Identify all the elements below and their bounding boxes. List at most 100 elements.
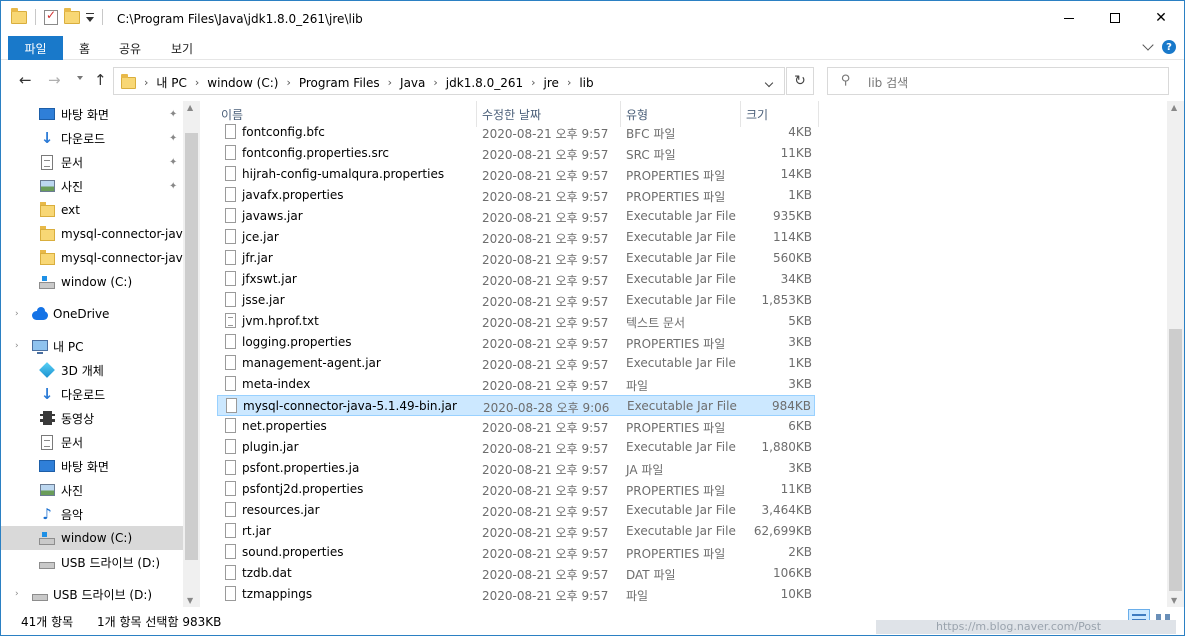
- table-row[interactable]: fontconfig.bfc 2020-08-21 오후 9:57 BFC 파일 4K…: [217, 122, 815, 143]
- nav-item[interactable]: window (C:): [1, 270, 183, 294]
- back-arrow-icon[interactable]: ←: [19, 71, 32, 89]
- nav-item[interactable]: mysql-connector-java-: [1, 246, 183, 270]
- nav-item[interactable]: 사진: [1, 478, 183, 502]
- breadcrumb-separator[interactable]: ›: [286, 76, 290, 89]
- breadcrumb-separator[interactable]: ›: [144, 76, 148, 89]
- scroll-down-icon[interactable]: ▼: [1171, 596, 1177, 605]
- file-size: 1KB: [788, 188, 812, 202]
- scroll-up-icon[interactable]: ▲: [187, 103, 193, 112]
- table-row[interactable]: plugin.jar 2020-08-21 오후 9:57 Executable J…: [217, 437, 815, 458]
- expand-chevron-icon[interactable]: ›: [15, 309, 19, 319]
- breadcrumb-item[interactable]: 내 PC: [156, 74, 186, 91]
- maximize-button[interactable]: [1092, 1, 1138, 35]
- watermark-overlay: https://m.blog.naver.com/Post: [876, 620, 1176, 634]
- new-folder-icon[interactable]: [64, 7, 80, 24]
- table-row[interactable]: meta-index 2020-08-21 오후 9:57 파일 3KB: [217, 374, 815, 395]
- nav-item[interactable]: 문서 ✦: [1, 150, 183, 174]
- breadcrumb-item[interactable]: window (C:): [207, 76, 278, 90]
- table-row[interactable]: psfontj2d.properties 2020-08-21 오후 9:57 PR…: [217, 479, 815, 500]
- table-row[interactable]: javaws.jar 2020-08-21 오후 9:57 Executable J…: [217, 206, 815, 227]
- minimize-button[interactable]: [1046, 1, 1092, 35]
- file-size: 114KB: [772, 230, 812, 244]
- address-bar[interactable]: › 내 PC › window (C:) › Program Files › J…: [113, 67, 785, 95]
- table-row[interactable]: jfxswt.jar 2020-08-21 오후 9:57 Executable J…: [217, 269, 815, 290]
- file-size: 1KB: [788, 356, 812, 370]
- nav-item[interactable]: ↓ 다운로드 ✦: [1, 126, 183, 150]
- recent-locations-icon[interactable]: [77, 76, 83, 80]
- table-row[interactable]: mysql-connector-java-5.1.49-bin.jar 2020-…: [217, 395, 815, 416]
- nav-item-label: 문서: [61, 435, 84, 450]
- breadcrumb-separator[interactable]: ›: [195, 76, 199, 89]
- expand-chevron-icon[interactable]: ›: [15, 341, 19, 351]
- expand-chevron-icon[interactable]: ›: [15, 589, 19, 599]
- table-row[interactable]: javafx.properties 2020-08-21 오후 9:57 PROPE…: [217, 185, 815, 206]
- table-row[interactable]: jce.jar 2020-08-21 오후 9:57 Executable Jar …: [217, 227, 815, 248]
- column-divider[interactable]: [818, 101, 819, 127]
- nav-item[interactable]: 문서: [1, 430, 183, 454]
- tab-home[interactable]: 홈: [79, 40, 90, 57]
- breadcrumb-item[interactable]: jdk1.8.0_261: [446, 76, 523, 90]
- breadcrumb-separator[interactable]: ›: [433, 76, 437, 89]
- table-row[interactable]: tzdb.dat 2020-08-21 오후 9:57 DAT 파일 106KB: [217, 563, 815, 584]
- column-size-label: 크기: [746, 107, 769, 122]
- table-row[interactable]: jsse.jar 2020-08-21 오후 9:57 Executable Jar…: [217, 290, 815, 311]
- table-row[interactable]: jfr.jar 2020-08-21 오후 9:57 Executable Jar …: [217, 248, 815, 269]
- table-row[interactable]: fontconfig.properties.src 2020-08-21 오후 9…: [217, 143, 815, 164]
- table-row[interactable]: jvm.hprof.txt 2020-08-21 오후 9:57 텍스트 문서 5KB: [217, 311, 815, 332]
- nav-item[interactable]: ext: [1, 198, 183, 222]
- nav-item[interactable]: mysql-connector-java-: [1, 222, 183, 246]
- table-row[interactable]: rt.jar 2020-08-21 오후 9:57 Executable Jar F…: [217, 521, 815, 542]
- tab-share[interactable]: 공유: [119, 40, 141, 57]
- table-row[interactable]: psfont.properties.ja 2020-08-21 오후 9:57 JA…: [217, 458, 815, 479]
- close-button[interactable]: ✕: [1138, 1, 1184, 35]
- tab-file[interactable]: 파일: [8, 36, 63, 60]
- tab-view[interactable]: 보기: [171, 40, 193, 57]
- navigation-scrollbar[interactable]: ▲ ▼: [183, 101, 200, 607]
- nav-item[interactable]: USB 드라이브 (D:): [1, 550, 183, 574]
- nav-item[interactable]: 바탕 화면: [1, 454, 183, 478]
- nav-item[interactable]: window (C:): [1, 526, 183, 550]
- file-size: 6KB: [788, 419, 812, 433]
- breadcrumb-separator[interactable]: ›: [388, 76, 392, 89]
- breadcrumb-item[interactable]: Program Files: [299, 76, 380, 90]
- expand-ribbon-icon[interactable]: [1142, 39, 1154, 51]
- file-list-scrollbar[interactable]: ▲ ▼: [1167, 101, 1184, 607]
- customize-toolbar-icon[interactable]: [86, 12, 94, 22]
- table-row[interactable]: tzmappings 2020-08-21 오후 9:57 파일 10KB: [217, 584, 815, 605]
- help-icon[interactable]: ?: [1162, 40, 1176, 54]
- nav-item[interactable]: ↓ 다운로드: [1, 382, 183, 406]
- table-row[interactable]: resources.jar 2020-08-21 오후 9:57 Executabl…: [217, 500, 815, 521]
- scrollbar-thumb[interactable]: [185, 133, 198, 560]
- breadcrumb-separator[interactable]: ›: [531, 76, 535, 89]
- breadcrumb-item[interactable]: Java: [400, 76, 425, 90]
- table-row[interactable]: hijrah-config-umalqura.properties 2020-08…: [217, 164, 815, 185]
- refresh-button[interactable]: ↻: [786, 67, 814, 95]
- up-arrow-icon[interactable]: ↑: [94, 71, 107, 89]
- address-dropdown-icon[interactable]: [764, 78, 774, 88]
- search-icon: ⚲: [841, 73, 851, 88]
- breadcrumb: › 내 PC › window (C:) › Program Files › J…: [144, 74, 594, 91]
- forward-arrow-icon[interactable]: →: [48, 71, 61, 89]
- properties-icon[interactable]: [44, 8, 58, 25]
- breadcrumb-separator[interactable]: ›: [567, 76, 571, 89]
- nav-item[interactable]: › OneDrive: [1, 302, 183, 326]
- search-input[interactable]: ⚲ lib 검색: [827, 67, 1169, 95]
- nav-item[interactable]: 사진 ✦: [1, 174, 183, 198]
- table-row[interactable]: sound.properties 2020-08-21 오후 9:57 PROPER…: [217, 542, 815, 563]
- navigation-bar: ← → ↑ › 내 PC › window (C:) › Program Fil…: [1, 61, 1184, 101]
- nav-item[interactable]: › 내 PC: [1, 334, 183, 358]
- scrollbar-thumb[interactable]: [1169, 329, 1182, 591]
- nav-item[interactable]: ♪ 음악: [1, 502, 183, 526]
- breadcrumb-item[interactable]: jre: [544, 76, 559, 90]
- scroll-down-icon[interactable]: ▼: [187, 596, 193, 605]
- breadcrumb-item[interactable]: lib: [579, 76, 593, 90]
- nav-item[interactable]: › USB 드라이브 (D:): [1, 582, 183, 606]
- table-row[interactable]: logging.properties 2020-08-21 오후 9:57 PROP…: [217, 332, 815, 353]
- table-row[interactable]: net.properties 2020-08-21 오후 9:57 PROPERTI…: [217, 416, 815, 437]
- nav-item[interactable]: 3D 개체: [1, 358, 183, 382]
- nav-item[interactable]: 바탕 화면 ✦: [1, 102, 183, 126]
- scroll-up-icon[interactable]: ▲: [1171, 103, 1177, 112]
- search-placeholder: lib 검색: [868, 76, 909, 90]
- table-row[interactable]: management-agent.jar 2020-08-21 오후 9:57 Ex…: [217, 353, 815, 374]
- nav-item[interactable]: 동영상: [1, 406, 183, 430]
